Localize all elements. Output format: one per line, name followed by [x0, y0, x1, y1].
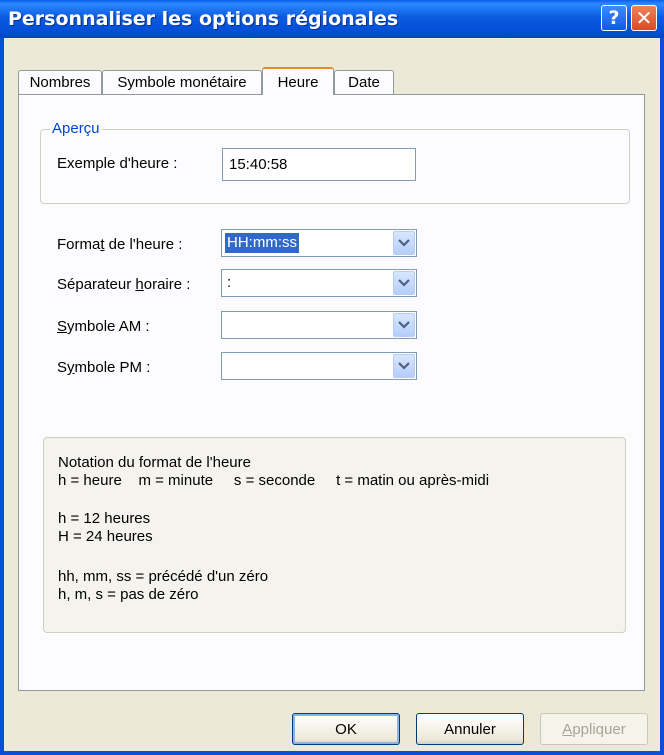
pm-symbol-dropdown[interactable]: [221, 352, 417, 380]
dialog-client-area: Nombres Symbole monétaire Heure Date Ape…: [4, 38, 660, 751]
pm-symbol-label: Symbole PM :: [57, 359, 151, 376]
notation-line: h = 12 heures: [58, 510, 151, 527]
notation-title: Notation du format de l'heure: [58, 454, 251, 471]
notation-line: hh, mm, ss = précédé d'un zéro: [58, 568, 269, 585]
notation-line: H = 24 heures: [58, 528, 153, 545]
tab-heure[interactable]: Heure: [262, 67, 334, 95]
separator-dropdown[interactable]: :: [221, 269, 417, 297]
chevron-down-icon[interactable]: [393, 231, 415, 255]
format-label: Format de l'heure :: [57, 236, 183, 253]
chevron-down-icon[interactable]: [393, 271, 415, 295]
window-title: Personnaliser les options régionales: [8, 8, 399, 30]
format-dropdown[interactable]: HH:mm:ss: [221, 229, 417, 257]
title-bar[interactable]: Personnaliser les options régionales ? ✕: [0, 0, 664, 38]
example-time-field: 15:40:58: [222, 148, 416, 181]
notation-box: Notation du format de l'heure h = heure …: [43, 437, 626, 633]
ok-button[interactable]: OK: [292, 713, 400, 745]
tab-date[interactable]: Date: [334, 70, 394, 94]
tab-nombres[interactable]: Nombres: [18, 70, 102, 94]
tab-symbole-monetaire[interactable]: Symbole monétaire: [102, 70, 262, 94]
tab-panel-heure: Aperçu Exemple d'heure : 15:40:58 Format…: [18, 94, 645, 691]
example-time-value: 15:40:58: [229, 156, 288, 173]
chevron-down-icon[interactable]: [393, 313, 415, 337]
format-value: HH:mm:ss: [225, 233, 299, 253]
help-button[interactable]: ?: [601, 5, 627, 31]
notation-line: h, m, s = pas de zéro: [58, 586, 199, 603]
preview-legend: Aperçu: [50, 120, 102, 137]
separator-value: :: [227, 274, 232, 291]
chevron-down-icon[interactable]: [393, 354, 415, 378]
close-icon: ✕: [635, 6, 653, 30]
notation-line: h = heure m = minute s = seconde t = mat…: [58, 472, 490, 489]
pm-symbol-value: [225, 356, 229, 376]
cancel-button[interactable]: Annuler: [416, 713, 524, 745]
close-button[interactable]: ✕: [631, 5, 657, 31]
am-symbol-value: [225, 315, 229, 335]
separator-label: Séparateur horaire :: [57, 276, 191, 293]
preview-groupbox: Aperçu Exemple d'heure : 15:40:58: [40, 120, 630, 204]
dialog-window: Personnaliser les options régionales ? ✕…: [0, 0, 664, 755]
am-symbol-label: Symbole AM :: [57, 318, 150, 335]
apply-button[interactable]: Appliquer: [540, 713, 648, 745]
help-icon: ?: [608, 7, 620, 29]
example-time-label: Exemple d'heure :: [57, 155, 178, 172]
am-symbol-dropdown[interactable]: [221, 311, 417, 339]
